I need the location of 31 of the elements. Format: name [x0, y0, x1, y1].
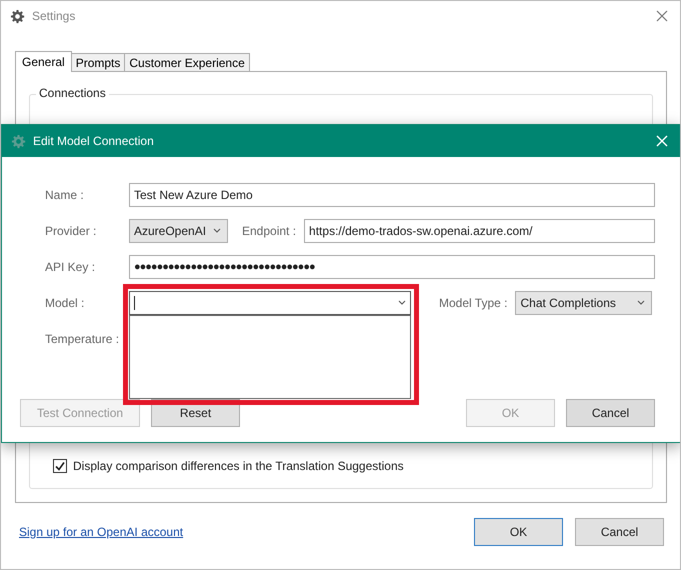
settings-icon: [11, 134, 26, 148]
field-label: Temperature :: [45, 332, 120, 346]
dialog-title: Edit Model Connection: [33, 134, 155, 148]
tab[interactable]: Prompts: [70, 53, 126, 71]
chevron-icon: [213, 228, 221, 233]
chevron-icon: [398, 300, 406, 305]
checkbox-label: Display comparison differences in the Translation Suggestions: [73, 459, 404, 473]
signup-link[interactable]: Sign up for an OpenAI account: [19, 525, 184, 539]
name-field[interactable]: Test New Azure Demo: [129, 182, 655, 206]
cancel-button[interactable]: Cancel: [566, 399, 655, 427]
ok-button[interactable]: OK: [474, 518, 563, 546]
field-label: Endpoint :: [242, 224, 296, 238]
tab[interactable]: Customer Experience: [124, 53, 250, 71]
group-title: Connections: [36, 86, 109, 100]
field-label: Provider :: [45, 224, 98, 238]
provider-dropdown[interactable]: AzureOpenAI: [129, 218, 228, 242]
field-label: Model Type :: [439, 296, 508, 310]
field-label: Model :: [45, 296, 86, 310]
settings-icon: [10, 8, 25, 24]
model-type-dropdown[interactable]: Chat Completions: [515, 290, 652, 314]
model-dropdown[interactable]: [129, 290, 411, 314]
cancel-button[interactable]: Cancel: [575, 518, 664, 546]
api-key-field[interactable]: ●●●●●●●●●●●●●●●●●●●●●●●●●●●●●●●●: [129, 254, 655, 278]
checkbox[interactable]: [53, 459, 67, 473]
chevron-icon: [637, 300, 646, 305]
tab[interactable]: General: [15, 51, 72, 72]
endpoint-field[interactable]: https://demo-trados-sw.openai.azure.com/: [304, 218, 655, 242]
field-label: Name :: [45, 188, 85, 202]
window-title: Settings: [32, 9, 76, 23]
field-label: API Key :: [45, 260, 96, 274]
close-icon[interactable]: [656, 10, 668, 22]
